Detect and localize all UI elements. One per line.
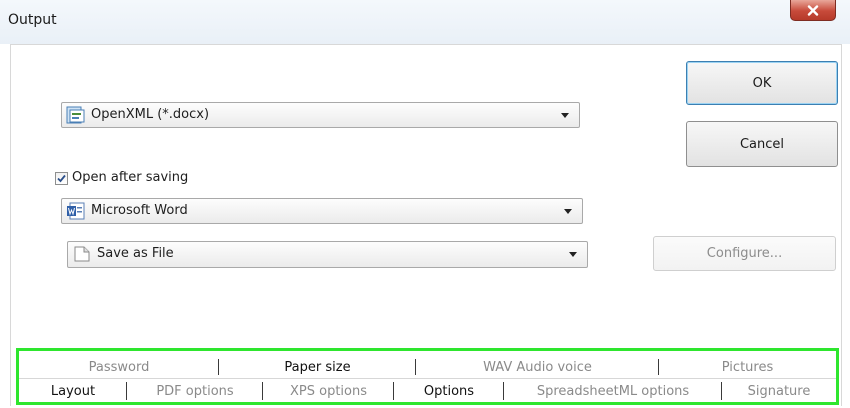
checkmark-icon bbox=[57, 174, 66, 183]
close-button[interactable] bbox=[790, 0, 836, 21]
tab-label: Password bbox=[88, 359, 150, 375]
tab-password[interactable]: Password bbox=[19, 356, 219, 378]
cancel-button[interactable]: Cancel bbox=[686, 121, 838, 167]
openxml-doc-icon bbox=[66, 106, 85, 124]
title-bar[interactable]: Output bbox=[0, 0, 850, 44]
tab-label: PDF options bbox=[156, 383, 234, 399]
tab-wav-audio-voice[interactable]: WAV Audio voice bbox=[416, 356, 659, 378]
close-icon bbox=[807, 4, 819, 16]
open-after-saving-label[interactable]: Open after saving bbox=[72, 170, 188, 185]
options-tab-strip: Password Paper size WAV Audio voice Pict… bbox=[16, 348, 839, 405]
save-destination-value: Save as File bbox=[97, 246, 174, 261]
tab-row-front: Layout PDF options XPS options Options S… bbox=[19, 378, 836, 403]
tab-label: Layout bbox=[50, 383, 96, 399]
application-dropdown-value: Microsoft Word bbox=[91, 203, 188, 218]
tab-label: WAV Audio voice bbox=[483, 359, 592, 375]
tab-label: Paper size bbox=[284, 359, 351, 375]
tab-pdf-options[interactable]: PDF options bbox=[127, 379, 263, 403]
chevron-down-icon bbox=[561, 113, 569, 118]
tab-label: Signature bbox=[747, 383, 811, 399]
file-icon bbox=[74, 246, 90, 262]
window-title: Output bbox=[8, 12, 57, 28]
ok-button-label: OK bbox=[752, 75, 772, 91]
tab-pictures[interactable]: Pictures bbox=[659, 356, 836, 378]
tab-label: XPS options bbox=[289, 383, 367, 399]
format-dropdown-value: OpenXML (*.docx) bbox=[91, 107, 210, 122]
word-doc-icon bbox=[67, 202, 85, 220]
configure-button-label: Configure... bbox=[706, 246, 783, 261]
chevron-down-icon bbox=[569, 252, 577, 257]
tab-options[interactable]: Options bbox=[394, 379, 504, 403]
tab-row-back: Password Paper size WAV Audio voice Pict… bbox=[19, 356, 836, 378]
save-destination-dropdown[interactable]: Save as File bbox=[67, 241, 588, 268]
chevron-down-icon bbox=[564, 209, 572, 214]
tab-paper-size[interactable]: Paper size bbox=[219, 356, 416, 378]
tab-label: Options bbox=[423, 383, 475, 399]
tab-label: Pictures bbox=[721, 359, 774, 375]
cancel-button-label: Cancel bbox=[739, 136, 785, 152]
open-after-saving-checkbox[interactable] bbox=[55, 172, 68, 185]
tab-signature[interactable]: Signature bbox=[722, 379, 836, 403]
output-dialog: Output OpenXML (*.docx) Open after savin… bbox=[0, 0, 850, 408]
format-dropdown[interactable]: OpenXML (*.docx) bbox=[61, 102, 580, 128]
tab-spreadsheetml-options[interactable]: SpreadsheetML options bbox=[504, 379, 722, 403]
tab-label: SpreadsheetML options bbox=[536, 383, 690, 399]
configure-button[interactable]: Configure... bbox=[653, 236, 836, 271]
ok-button[interactable]: OK bbox=[686, 61, 838, 105]
application-dropdown[interactable]: Microsoft Word bbox=[61, 198, 583, 224]
tab-xps-options[interactable]: XPS options bbox=[263, 379, 394, 403]
tab-layout[interactable]: Layout bbox=[19, 379, 127, 403]
